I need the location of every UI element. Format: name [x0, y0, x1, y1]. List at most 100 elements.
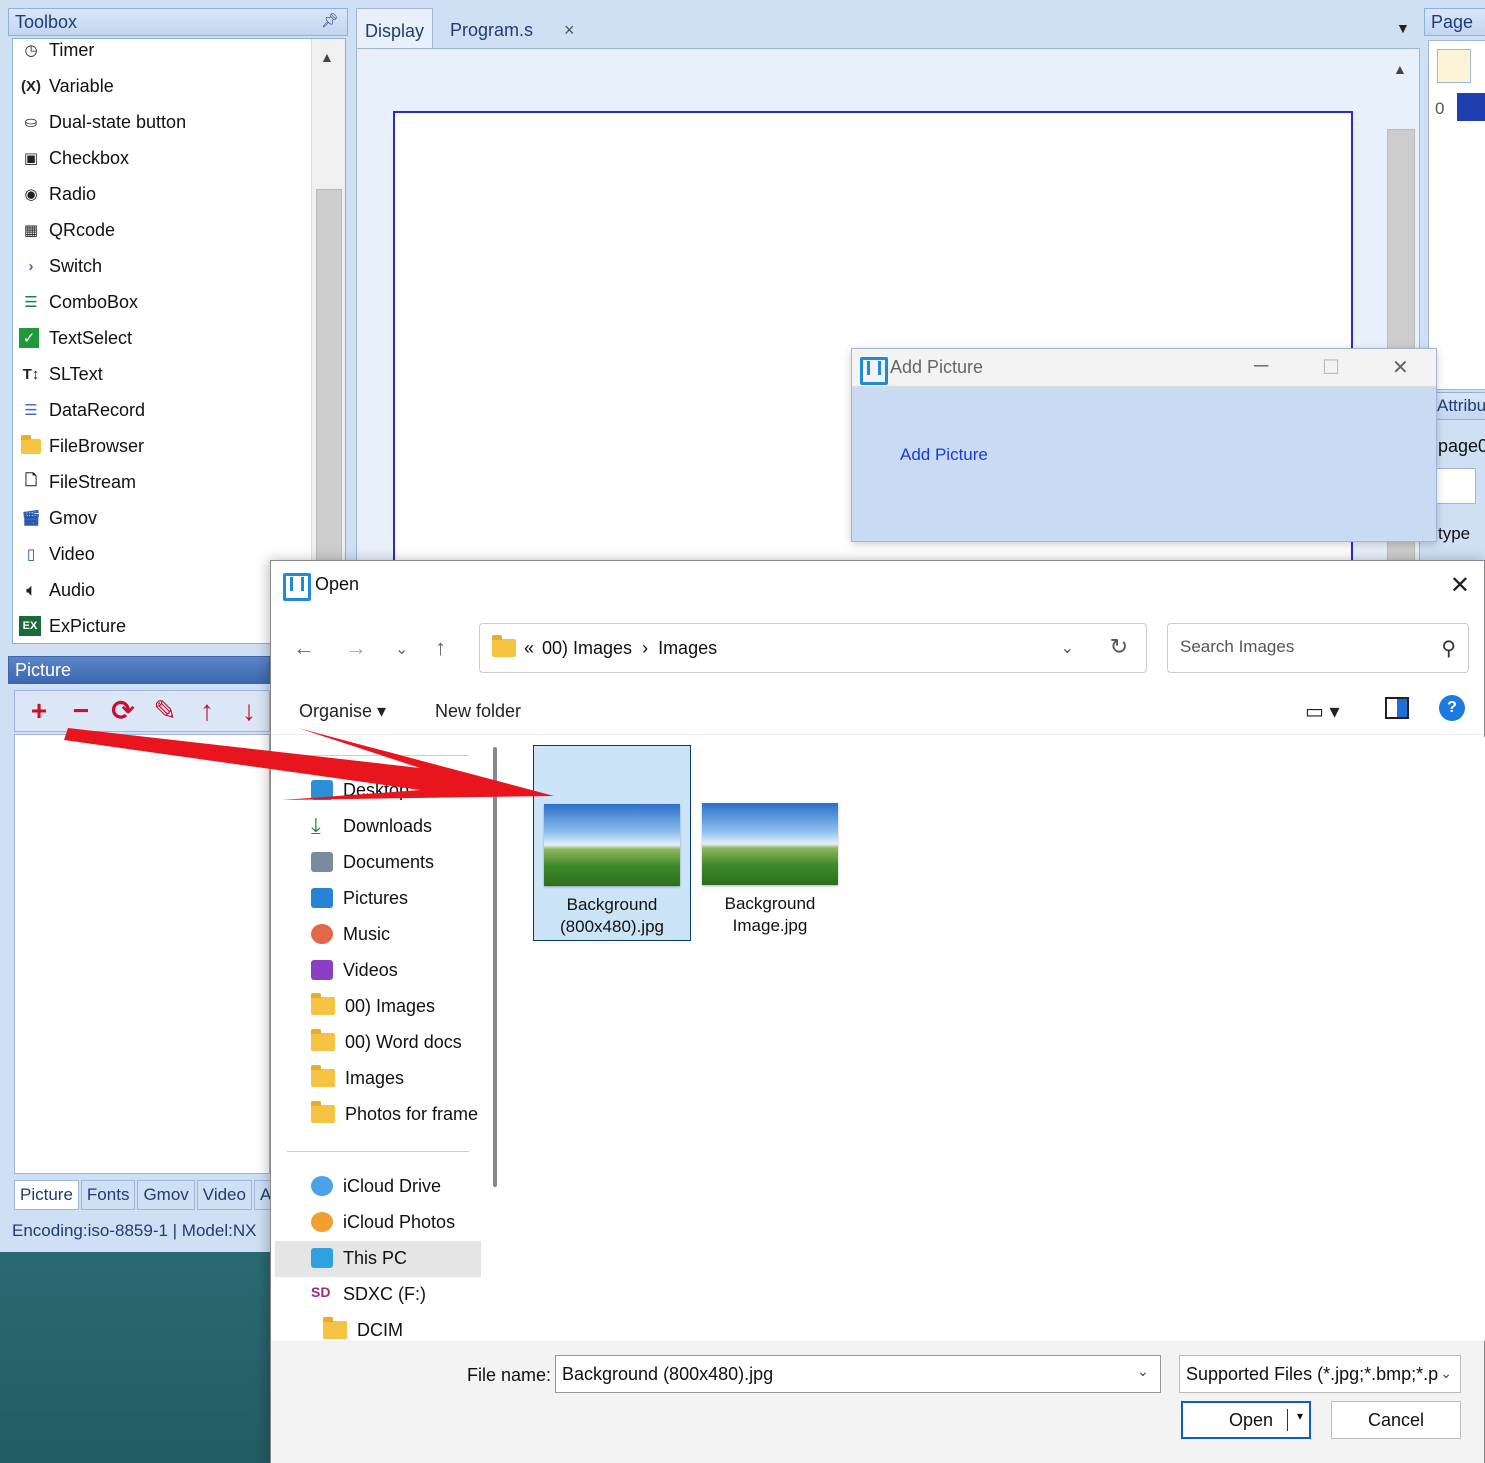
toolbox-item-sltext[interactable]: T↕ SLText: [19, 357, 103, 391]
page-thumbnail-icon[interactable]: [1457, 93, 1485, 121]
nav-item-documents[interactable]: Documents📌︎: [311, 845, 434, 879]
toolbox-item-expicture[interactable]: EX ExPicture: [19, 609, 126, 643]
nav-item-downloads[interactable]: ⤓Downloads📌︎: [311, 809, 432, 843]
folder-icon: [311, 993, 335, 1015]
search-input[interactable]: Search Images ⚲: [1167, 623, 1469, 673]
toolbox-item-filestream[interactable]: 🗋︎ FileStream: [19, 465, 136, 499]
nav-item-pictures[interactable]: Pictures📌︎: [311, 881, 408, 915]
scroll-up-icon[interactable]: ▲: [1393, 61, 1407, 77]
toolbox-scrollbar[interactable]: ▲: [311, 39, 345, 643]
app-logo-icon: [283, 573, 311, 601]
tab-gmov[interactable]: Gmov: [137, 1180, 195, 1210]
command-bar: Organise ▾ New folder ▭ ▾ ?: [271, 691, 1484, 735]
refresh-icon[interactable]: ↻: [1110, 634, 1128, 660]
open-split-dropdown-icon[interactable]: ▾: [1287, 1409, 1303, 1431]
breadcrumb-overflow[interactable]: «: [524, 638, 534, 659]
chevron-down-icon[interactable]: ⌄: [1061, 638, 1074, 658]
nav-item-music[interactable]: Music📌︎: [311, 917, 390, 951]
toolbox-item-textselect[interactable]: ✓ TextSelect: [19, 321, 132, 355]
toolbox-item-datarecord[interactable]: ☰ DataRecord: [19, 393, 145, 427]
address-bar[interactable]: « 00) Images › Images ⌄ ↻: [479, 623, 1147, 673]
open-button[interactable]: Open ▾: [1181, 1401, 1311, 1439]
view-options-icon[interactable]: ▭ ▾: [1305, 699, 1340, 724]
tab-program[interactable]: Program.s: [442, 8, 541, 50]
nav-item-this-pc[interactable]: This PC: [311, 1241, 407, 1275]
scroll-thumb[interactable]: [316, 189, 342, 609]
toolbox-item-radio[interactable]: ◉ Radio: [19, 177, 96, 211]
nav-item-images[interactable]: Images: [311, 1061, 404, 1095]
breadcrumb-separator-icon[interactable]: ›: [642, 638, 648, 659]
nav-item-00-word-docs[interactable]: 00) Word docs: [311, 1025, 462, 1059]
toolbox-item-timer[interactable]: ◷ Timer: [19, 39, 94, 67]
add-picture-title: Add Picture: [890, 357, 984, 377]
nav-item-00-images[interactable]: 00) Images: [311, 989, 435, 1023]
move-down-icon[interactable]: ↓: [233, 696, 265, 726]
toolbox-item-video[interactable]: ▯ Video: [19, 537, 95, 571]
file-type-value: Supported Files (*.jpg;*.bmp;*.p: [1186, 1364, 1439, 1384]
toolbox-item-label: Checkbox: [49, 147, 130, 168]
organise-button[interactable]: Organise ▾: [299, 701, 386, 722]
toolbox-item-dual-state[interactable]: ⛀ Dual-state button: [19, 105, 186, 139]
move-up-icon[interactable]: ↑: [191, 696, 223, 726]
nav-item-photos-for-frame[interactable]: Photos for frame: [311, 1097, 478, 1131]
recent-chevron-icon[interactable]: ⌄: [395, 639, 408, 659]
tab-video[interactable]: Video: [196, 1180, 252, 1210]
navigation-pane: Desktop ⤓Downloads📌︎ Documents📌︎ Picture…: [271, 737, 501, 1341]
add-picture-link[interactable]: Add Picture: [900, 445, 988, 465]
nav-item-label: This PC: [343, 1247, 408, 1268]
tab-display[interactable]: Display: [356, 8, 434, 50]
add-icon[interactable]: +: [23, 696, 55, 726]
toolbox-item-qrcode[interactable]: ▦ QRcode: [19, 213, 115, 247]
page-panel-title: Page: [1424, 8, 1485, 36]
up-icon[interactable]: ↑: [435, 635, 446, 661]
nav-item-videos[interactable]: Videos📌︎: [311, 953, 398, 987]
tab-fonts[interactable]: Fonts: [80, 1180, 136, 1210]
file-type-select[interactable]: Supported Files (*.jpg;*.bmp;*.p ⌄: [1179, 1355, 1461, 1393]
close-icon[interactable]: ✕: [1450, 571, 1470, 600]
nav-item-dcim[interactable]: DCIM: [323, 1313, 403, 1341]
new-folder-button[interactable]: New folder: [435, 701, 521, 722]
gmov-icon: 🎬︎: [21, 510, 41, 527]
close-tab-icon[interactable]: ×: [556, 8, 583, 50]
preview-pane-icon[interactable]: [1385, 697, 1409, 719]
toolbox-item-combobox[interactable]: ☰ ComboBox: [19, 285, 138, 319]
chevron-down-icon[interactable]: ⌄: [1137, 1363, 1149, 1380]
dialog-footer: File name: Background (800x480).jpg ⌄ Su…: [271, 1341, 1484, 1463]
back-icon[interactable]: ←: [293, 635, 315, 661]
edit-icon[interactable]: ✎: [149, 696, 181, 726]
nav-item-desktop[interactable]: Desktop: [311, 773, 409, 807]
replace-icon[interactable]: ⟳: [107, 696, 139, 726]
toolbox-item-label: QRcode: [49, 219, 116, 240]
attribute-icon[interactable]: [1436, 468, 1476, 504]
chevron-down-icon[interactable]: ⌄: [1440, 1365, 1452, 1382]
toolbox-item-gmov[interactable]: 🎬︎ Gmov: [19, 501, 97, 535]
breadcrumb-parent[interactable]: 00) Images: [542, 638, 632, 659]
cancel-button[interactable]: Cancel: [1331, 1401, 1461, 1439]
chevron-down-icon[interactable]: ▼: [1396, 20, 1410, 36]
minimize-icon[interactable]: ─: [1254, 355, 1268, 378]
file-name-input[interactable]: Background (800x480).jpg: [555, 1355, 1161, 1393]
nav-item-label: iCloud Photos: [343, 1211, 456, 1232]
nav-scrollbar[interactable]: [493, 747, 497, 1187]
nav-item-icloud-photos[interactable]: iCloud Photos: [311, 1205, 455, 1239]
pin-icon[interactable]: 📌︎: [321, 12, 339, 29]
help-icon[interactable]: ?: [1439, 695, 1465, 721]
toolbox-item-variable[interactable]: (X) Variable: [19, 69, 114, 103]
close-icon[interactable]: ✕: [1392, 355, 1409, 380]
nav-item-sdxc[interactable]: SD SDXC (F:): [311, 1277, 426, 1311]
search-icon[interactable]: ⚲: [1441, 636, 1456, 661]
toolbox-item-checkbox[interactable]: ▣ Checkbox: [19, 141, 129, 175]
toolbox-item-filebrowser[interactable]: FileBrowser: [19, 429, 144, 463]
nav-divider: [287, 755, 469, 756]
folder-icon: [19, 434, 43, 457]
file-item-background-image[interactable]: Background Image.jpg: [691, 745, 849, 941]
tab-picture[interactable]: Picture: [14, 1180, 79, 1210]
toolbox-item-switch[interactable]: › Switch: [19, 249, 103, 283]
breadcrumb-current[interactable]: Images: [658, 638, 717, 659]
add-page-icon[interactable]: [1437, 49, 1471, 83]
file-item-background-800x480[interactable]: Background (800x480).jpg: [533, 745, 691, 941]
toolbox-item-audio[interactable]: 🔈︎ Audio: [19, 573, 95, 607]
scroll-up-icon[interactable]: ▲: [320, 49, 334, 65]
remove-icon[interactable]: −: [65, 696, 97, 726]
nav-item-icloud-drive[interactable]: iCloud Drive: [311, 1169, 441, 1203]
